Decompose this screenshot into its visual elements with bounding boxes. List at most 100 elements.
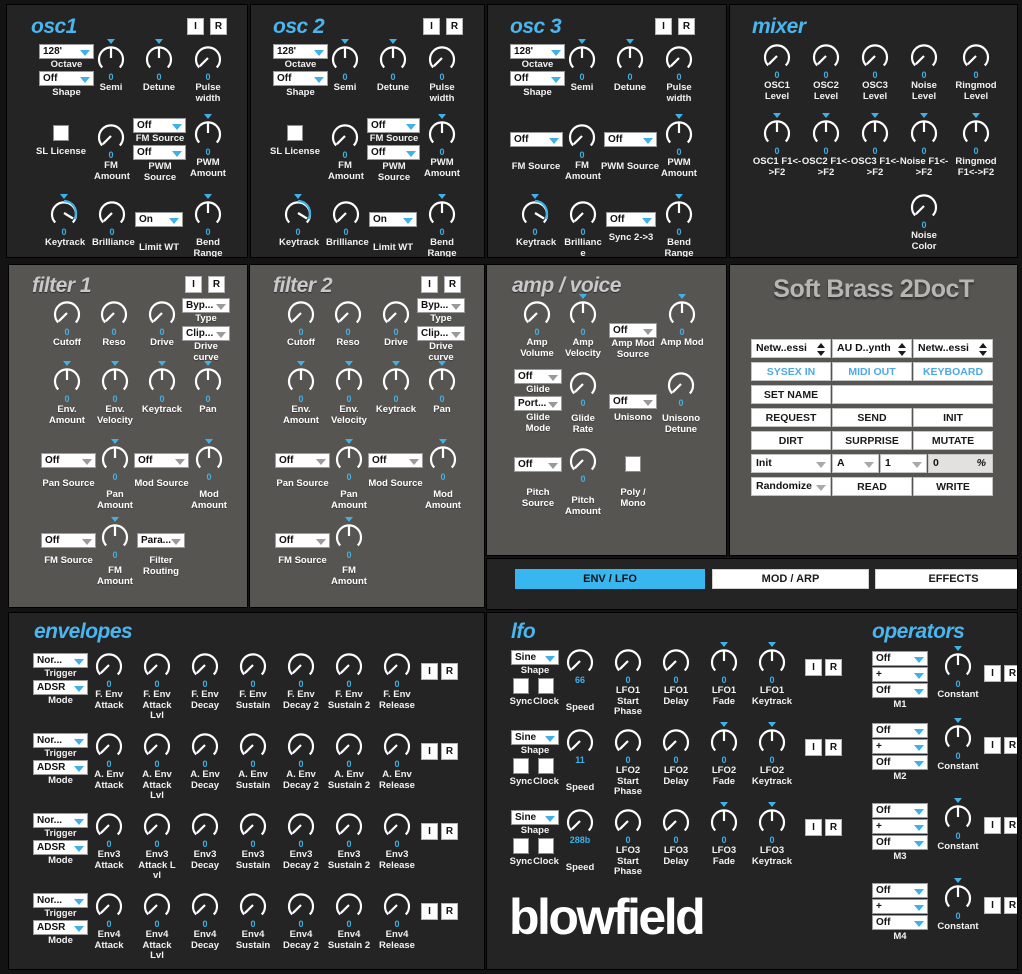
osc3-brilliance-knob[interactable]: 0 Brillianc e [563, 198, 603, 258]
op-m2-src2-select[interactable]: Off [872, 755, 928, 770]
op-m2-op-select[interactable]: + [872, 739, 928, 754]
op-m2-constant-knob[interactable]: 0Constant [935, 722, 981, 773]
env1-release-knob[interactable]: 0F. Env Release [375, 650, 419, 711]
filter1-routing-select[interactable]: Para... [137, 533, 185, 548]
filter1-keytrack-knob[interactable]: 0Keytrack [139, 365, 185, 416]
env4-recall-button[interactable]: R [441, 903, 458, 920]
lfo1-fade-knob[interactable]: 0LFO1 Fade [701, 646, 747, 707]
percent-field[interactable]: 0% [928, 454, 993, 473]
filter2-pan-amount-knob[interactable]: 0Pan Amount [327, 443, 371, 511]
filter2-env-amount-knob[interactable]: 0Env. Amount [279, 365, 323, 426]
filter2-mod-amount-knob[interactable]: 0Mod Amount [421, 443, 465, 511]
write-button[interactable]: WRITE [913, 477, 993, 496]
lfo3-keytrack-knob[interactable]: 0LFO3 Keytrack [749, 806, 795, 867]
env4-init-button[interactable]: I [421, 903, 438, 920]
osc2-detune-knob[interactable]: 0 Detune [376, 43, 410, 94]
filter2-type-select[interactable]: Byp... [417, 298, 465, 313]
env4-decay2-knob[interactable]: 0Env4 Decay 2 [279, 890, 323, 951]
op-m2-init-button[interactable]: I [984, 737, 1001, 754]
filter2-env-velocity-knob[interactable]: 0Env. Velocity [327, 365, 371, 426]
osc2-pwm-source-select[interactable]: Off [367, 145, 420, 160]
env3-init-button[interactable]: I [421, 823, 438, 840]
env3-trigger-select[interactable]: Nor... [33, 813, 88, 828]
op-m1-src1-select[interactable]: Off [872, 651, 928, 666]
lfo3-recall-button[interactable]: R [825, 819, 842, 836]
lfo1-clock-checkbox[interactable] [538, 678, 554, 694]
osc1-limit-wt-select[interactable]: On [135, 212, 183, 227]
filter1-init-button[interactable]: I [185, 276, 202, 293]
env4-trigger-select[interactable]: Nor... [33, 893, 88, 908]
filter2-drive-knob[interactable]: 0Drive [377, 298, 415, 349]
op-m4-src1-select[interactable]: Off [872, 883, 928, 898]
amp-glide-select[interactable]: Off [514, 369, 562, 384]
midi-device-stepper[interactable]: AU D..ynth [832, 339, 912, 358]
mixer-osc2-level-knob[interactable]: 0OSC2 Level [803, 41, 849, 102]
osc3-keytrack-knob[interactable]: 0 Keytrack [516, 198, 554, 249]
env1-sustain-knob[interactable]: 0F. Env Sustain [231, 650, 275, 711]
osc3-semi-knob[interactable]: 0 Semi [565, 43, 599, 94]
lfo1-recall-button[interactable]: R [825, 659, 842, 676]
set-name-button[interactable]: SET NAME [751, 385, 831, 404]
env2-decay-knob[interactable]: 0A. Env Decay [183, 730, 227, 791]
filter1-drive-curve-select[interactable]: Clip... [182, 326, 230, 341]
lfo2-keytrack-knob[interactable]: 0LFO2 Keytrack [749, 726, 795, 787]
filter2-reso-knob[interactable]: 0Reso [329, 298, 367, 349]
osc2-fm-amount-knob[interactable]: 0 FM Amount [328, 121, 362, 182]
filter1-pan-knob[interactable]: 0Pan [189, 365, 227, 416]
amp-velocity-knob[interactable]: 0Amp Velocity [561, 298, 605, 359]
osc1-shape-select[interactable]: Off [39, 71, 94, 86]
env1-recall-button[interactable]: R [441, 663, 458, 680]
filter1-type-select[interactable]: Byp... [182, 298, 230, 313]
op-m1-recall-button[interactable]: R [1004, 665, 1018, 682]
osc1-brilliance-knob[interactable]: 0 Brilliance [92, 198, 132, 249]
midi-out-button[interactable]: MIDI OUT [832, 362, 912, 381]
filter1-pan-source-select[interactable]: Off [41, 453, 96, 468]
filter2-recall-button[interactable]: R [444, 276, 461, 293]
osc3-pwm-amount-knob[interactable]: 0 PWM Amount [660, 118, 698, 179]
op-m4-recall-button[interactable]: R [1004, 897, 1018, 914]
send-button[interactable]: SEND [832, 408, 912, 427]
env4-sustain-knob[interactable]: 0Env4 Sustain [231, 890, 275, 951]
env2-recall-button[interactable]: R [441, 743, 458, 760]
env1-trigger-select[interactable]: Nor... [33, 653, 88, 668]
lfo3-fade-knob[interactable]: 0LFO3 Fade [701, 806, 747, 867]
osc2-recall-button[interactable]: R [446, 18, 463, 35]
op-m2-src1-select[interactable]: Off [872, 723, 928, 738]
randomize-select[interactable]: Randomize [751, 477, 831, 496]
init-source-select[interactable]: Init [751, 454, 831, 473]
surprise-button[interactable]: SURPRISE [832, 431, 912, 450]
osc1-pulse-width-knob[interactable]: 0 Pulse width [189, 43, 227, 104]
slot-select[interactable]: 1 [880, 454, 927, 473]
op-m3-init-button[interactable]: I [984, 817, 1001, 834]
osc3-octave-select[interactable]: 128' [510, 44, 565, 59]
amp-pitch-amount-knob[interactable]: 0Pitch Amount [561, 445, 605, 517]
mixer-osc2-f1f2-knob[interactable]: 0OSC2 F1<->F2 [801, 117, 851, 178]
filter2-cutoff-knob[interactable]: 0Cutoff [282, 298, 320, 349]
env4-sustain2-knob[interactable]: 0Env4 Sustain 2 [327, 890, 371, 951]
filter1-pan-amount-knob[interactable]: 0Pan Amount [93, 443, 137, 511]
env2-release-knob[interactable]: 0A. Env Release [375, 730, 419, 791]
lfo1-shape-select[interactable]: Sine [511, 650, 559, 665]
osc1-octave-select[interactable]: 128' [39, 44, 94, 59]
osc3-bend-range-knob[interactable]: 0 Bend Range [660, 198, 698, 258]
env4-attack-knob[interactable]: 0Env4 Attack [87, 890, 131, 951]
osc3-init-button[interactable]: I [655, 18, 672, 35]
op-m3-op-select[interactable]: + [872, 819, 928, 834]
tab-env-lfo[interactable]: ENV / LFO [515, 569, 705, 589]
env4-attack-lvl-knob[interactable]: 0Env4 Attack Lvl [135, 890, 179, 962]
filter1-reso-knob[interactable]: 0Reso [95, 298, 133, 349]
env1-mode-select[interactable]: ADSR [33, 680, 88, 695]
amp-glide-rate-knob[interactable]: 0Glide Rate [561, 369, 605, 435]
osc1-sl-license-checkbox[interactable] [53, 125, 69, 141]
mutate-button[interactable]: MUTATE [913, 431, 993, 450]
env2-attack-lvl-knob[interactable]: 0A. Env Attack Lvl [135, 730, 179, 802]
mixer-noise-level-knob[interactable]: 0Noise Level [901, 41, 947, 102]
sysex-in-button[interactable]: SYSEX IN [751, 362, 831, 381]
lfo3-speed-knob[interactable]: 288bSpeed [557, 806, 603, 874]
osc3-sync-select[interactable]: Off [606, 212, 656, 227]
osc2-init-button[interactable]: I [423, 18, 440, 35]
amp-mod-source-select[interactable]: Off [609, 323, 657, 338]
osc3-detune-knob[interactable]: 0 Detune [613, 43, 647, 94]
amp-unisono-detune-knob[interactable]: 0Unisono Detune [656, 369, 706, 435]
op-m4-src2-select[interactable]: Off [872, 915, 928, 930]
